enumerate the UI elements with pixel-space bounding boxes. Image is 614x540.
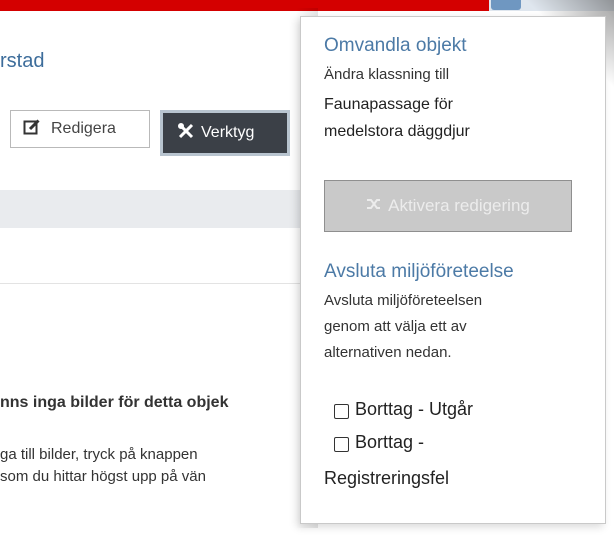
option-utgar-label: Borttag - Utgår [355, 399, 474, 419]
edit-button[interactable]: Redigera [10, 110, 150, 148]
checkbox-utgar[interactable] [334, 404, 349, 419]
end-feature-desc-line1: Avsluta miljöföreteelsen [324, 292, 483, 309]
checkbox-registreringsfel[interactable] [334, 437, 349, 452]
activate-editing-label: Aktivera redigering [388, 196, 530, 215]
tools-button-label: Verktyg [201, 124, 255, 141]
option-registreringsfel-line2: Registreringsfel [324, 468, 450, 488]
edit-button-label: Redigera [51, 120, 116, 137]
end-feature-desc-line3: alternativen nedan. [324, 344, 452, 361]
tools-icon [177, 122, 195, 145]
location-text: rstad [0, 50, 45, 72]
hint-text-line2: som du hittar högst upp på vän [0, 468, 206, 485]
hint-text-line1: ga till bilder, tryck på knappen [0, 446, 198, 463]
convert-class-line1: Faunapassage för [324, 96, 453, 113]
edit-icon [23, 118, 41, 141]
convert-class-line2: medelstora däggdjur [324, 123, 470, 140]
top-red-bar [0, 0, 489, 11]
end-feature-desc-line2: genom att välja ett av [324, 318, 467, 335]
no-images-text: nns inga bilder för detta objek [0, 394, 229, 411]
end-feature-title: Avsluta miljöföreteelse [324, 261, 514, 282]
option-registreringsfel-line1: Borttag - [355, 432, 425, 452]
option-registreringsfel-line2-wrap: Registreringsfel [324, 468, 449, 489]
tools-popover: Omvandla objekt Ändra klassning till Fau… [300, 16, 606, 524]
shuffle-icon [366, 196, 382, 216]
convert-object-title: Omvandla objekt [324, 35, 467, 56]
convert-object-desc: Ändra klassning till [324, 66, 450, 83]
grey-band [0, 190, 300, 228]
option-registreringsfel-label: Borttag - [355, 427, 424, 457]
option-borttag-utgar[interactable]: Borttag - Utgår [334, 399, 473, 424]
option-borttag-registreringsfel[interactable]: Borttag - [334, 432, 424, 457]
divider [0, 283, 300, 284]
tools-button[interactable]: Verktyg [160, 110, 290, 156]
activate-editing-button[interactable]: Aktivera redigering [324, 180, 572, 232]
